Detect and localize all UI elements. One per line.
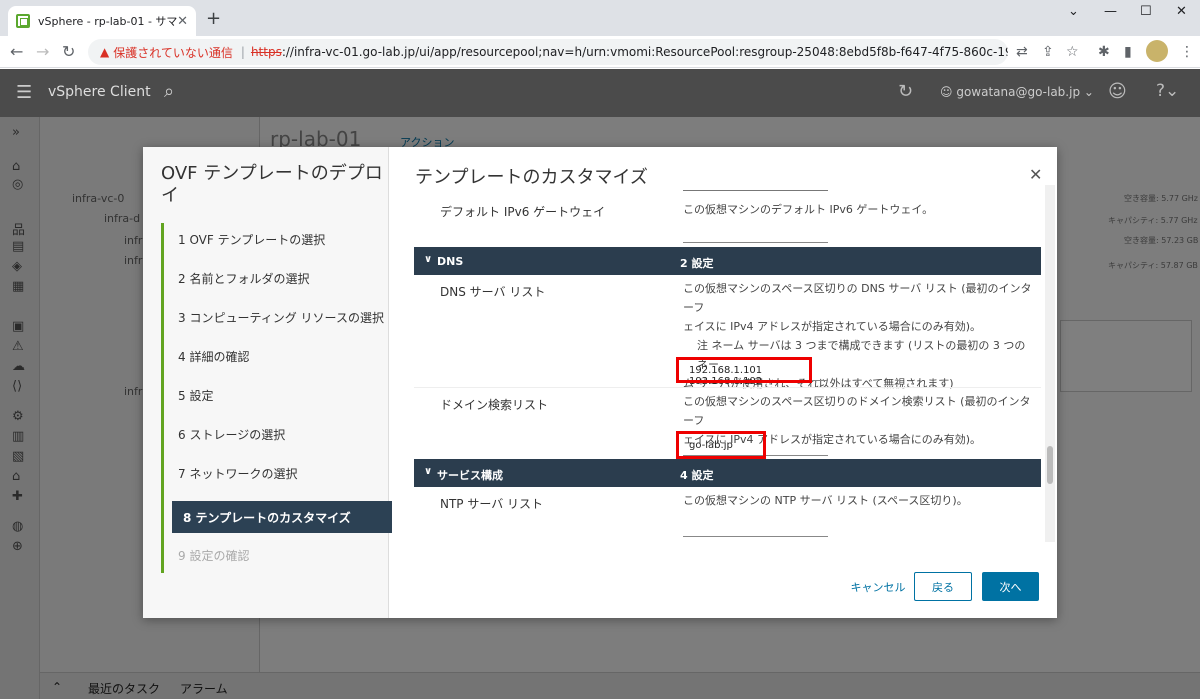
browser-tab-strip: vSphere - rp-lab-01 - サマリ ✕ + ⌄ — ☐ ✕ — [0, 0, 1200, 36]
side-panel-icon[interactable]: ▮ — [1124, 44, 1132, 60]
app-brand: vSphere Client — [48, 84, 151, 100]
ntp-servers-input[interactable] — [683, 517, 828, 537]
user-menu[interactable]: ☺ gowatana@go-lab.jp ⌄ — [940, 85, 1094, 99]
feedback-icon[interactable]: ☺ — [1108, 81, 1127, 102]
ntp-servers-desc: この仮想マシンの NTP サーバ リスト (スペース区切り)。 — [683, 494, 968, 507]
extensions-icon[interactable]: ✱ — [1098, 44, 1110, 60]
dns-desc-line: この仮想マシンのスペース区切りの DNS サーバ リスト (最初のインターフ — [683, 282, 1032, 314]
ntp-servers-label: NTP サーバ リスト — [440, 497, 544, 511]
url-scheme: https — [250, 45, 282, 59]
tab-title: vSphere - rp-lab-01 - サマリ — [38, 15, 178, 28]
browser-tab[interactable]: vSphere - rp-lab-01 - サマリ ✕ — [8, 6, 196, 36]
domain-search-label: ドメイン検索リスト — [440, 398, 549, 412]
refresh-icon[interactable]: ↻ — [898, 81, 913, 102]
chevron-down-icon: ∨ — [424, 254, 433, 265]
insecure-label: 保護されていない通信 — [113, 45, 233, 60]
ipv6-gateway-label: デフォルト IPv6 ゲートウェイ — [440, 205, 606, 219]
ipv6-gateway-row: デフォルト IPv6 ゲートウェイ この仮想マシンのデフォルト IPv6 ゲート… — [414, 185, 1041, 247]
user-icon: ☺ — [940, 85, 957, 99]
vsphere-favicon-icon — [16, 14, 30, 28]
dns-servers-row: DNS サーバ リスト この仮想マシンのスペース区切りの DNS サーバ リスト… — [414, 275, 1041, 390]
wizard-steps-current: 8 テンプレートのカスタマイズ 9 設定の確認 — [161, 223, 392, 573]
scrollbar-thumb[interactable] — [1047, 446, 1053, 484]
cancel-button[interactable]: キャンセル — [843, 572, 913, 601]
forward-arrow-icon[interactable]: → — [36, 42, 49, 61]
step-8-active[interactable]: 8 テンプレートのカスタマイズ — [172, 501, 392, 533]
help-icon[interactable]: ?⌄ — [1156, 81, 1179, 101]
tab-close-icon[interactable]: ✕ — [177, 14, 188, 29]
vsphere-header: ☰ vSphere Client ⌕ ↻ ☺ gowatana@go-lab.j… — [0, 69, 1200, 117]
deploy-ovf-dialog: OVF テンプレートのデプロイ 1 OVF テンプレートの選択 2 名前とフォル… — [143, 147, 1057, 618]
new-tab-icon[interactable]: + — [206, 8, 221, 29]
dns-group-name: DNS — [437, 255, 464, 268]
dns-servers-label: DNS サーバ リスト — [440, 285, 546, 299]
chevron-down-icon: ∨ — [424, 466, 433, 477]
back-arrow-icon[interactable]: ← — [10, 42, 23, 61]
hamburger-menu-icon[interactable]: ☰ — [16, 82, 32, 103]
menu-icon[interactable]: ⋮ — [1180, 44, 1194, 60]
minimize-icon[interactable]: — — [1104, 4, 1117, 19]
service-group-name: サービス構成 — [437, 469, 503, 482]
domain-search-row: ドメイン検索リスト この仮想マシンのスペース区切りのドメイン検索リスト (最初の… — [414, 387, 1041, 459]
share-icon[interactable]: ⇪ — [1042, 44, 1054, 60]
dns-group-header[interactable]: ∨ DNS 2 設定 — [414, 247, 1041, 275]
chevron-down-icon: ⌄ — [1080, 85, 1094, 99]
dns-group-count: 2 設定 — [680, 257, 714, 270]
wizard-sidebar: OVF テンプレートのデプロイ 1 OVF テンプレートの選択 2 名前とフォル… — [143, 147, 392, 618]
bookmark-star-icon[interactable]: ☆ — [1066, 44, 1079, 60]
customize-template-table: デフォルト IPv6 ゲートウェイ この仮想マシンのデフォルト IPv6 ゲート… — [414, 185, 1041, 542]
tab-search-icon[interactable]: ⌄ — [1068, 4, 1079, 19]
dns-desc-line: ェイスに IPv4 アドレスが指定されている場合にのみ有効)。 — [683, 320, 982, 333]
user-name: gowatana@go-lab.jp — [956, 85, 1081, 99]
next-button[interactable]: 次へ — [982, 572, 1039, 601]
ipv6-gateway-desc: この仮想マシンのデフォルト IPv6 ゲートウェイ。 — [683, 203, 934, 216]
dialog-title: OVF テンプレートのデプロイ — [161, 163, 383, 206]
omnibox-separator: | — [240, 45, 245, 59]
browser-toolbar: ← → ↻ ▲ 保護されていない通信 | https ://infra-vc-0… — [0, 36, 1200, 68]
translate-icon[interactable]: ⇄ — [1016, 44, 1028, 60]
step-9: 9 設定の確認 — [178, 548, 250, 563]
warning-icon: ▲ — [100, 45, 110, 59]
service-group-count: 4 設定 — [680, 469, 714, 482]
address-bar[interactable]: ▲ 保護されていない通信 | https ://infra-vc-01.go-l… — [88, 39, 1008, 65]
search-icon[interactable]: ⌕ — [164, 81, 174, 102]
ntp-servers-row: NTP サーバ リスト この仮想マシンの NTP サーバ リスト (スペース区切… — [414, 487, 1041, 542]
back-button[interactable]: 戻る — [914, 572, 972, 601]
domain-desc-line: この仮想マシンのスペース区切りのドメイン検索リスト (最初のインターフ — [683, 395, 1031, 427]
ipv6-gateway-input[interactable] — [683, 223, 828, 243]
url-text: ://infra-vc-01.go-lab.jp/ui/app/resource… — [281, 45, 1008, 59]
service-group-header[interactable]: ∨ サービス構成 4 設定 — [414, 459, 1041, 487]
scrollbar-track[interactable] — [1045, 185, 1055, 542]
reload-icon[interactable]: ↻ — [62, 42, 75, 61]
window-close-icon[interactable]: ✕ — [1176, 4, 1187, 19]
highlight-box — [676, 357, 812, 383]
profile-avatar[interactable] — [1146, 40, 1168, 62]
highlight-box — [676, 431, 766, 459]
maximize-icon[interactable]: ☐ — [1140, 4, 1152, 19]
close-icon[interactable]: ✕ — [1029, 165, 1042, 184]
